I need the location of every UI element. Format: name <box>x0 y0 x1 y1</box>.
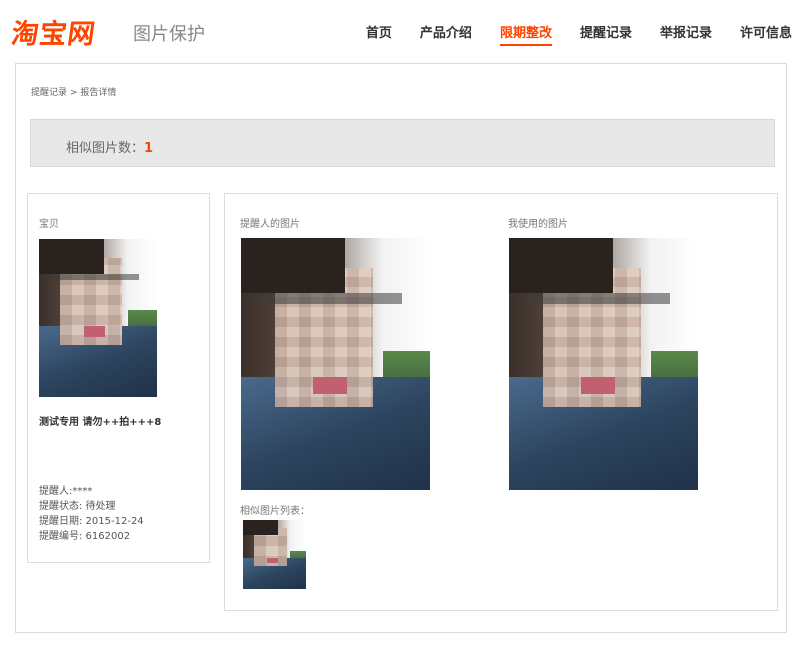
breadcrumb: 提醒记录 > 报告详情 <box>31 85 116 98</box>
item-title[interactable]: 测试专用 请勿++拍+++8 <box>39 413 161 428</box>
reporter-image[interactable] <box>241 238 430 490</box>
similar-count-label: 相似图片数： <box>66 141 145 156</box>
item-panel: 宝贝 测试专用 请勿++拍+++8 提醒人:**** 提醒状态: 待处理 提醒日… <box>27 193 210 563</box>
similar-thumbnail[interactable] <box>243 520 306 589</box>
nav-home[interactable]: 首页 <box>366 22 392 46</box>
similar-count: 相似图片数：1 <box>66 137 153 156</box>
breadcrumb-current: 报告详情 <box>80 88 117 98</box>
taobao-logo[interactable]: 淘宝网 <box>9 12 98 51</box>
reporter-info: 提醒人:**** <box>39 486 93 497</box>
my-image[interactable] <box>509 238 698 490</box>
nav-rectification[interactable]: 限期整改 <box>499 22 552 46</box>
nav-product-intro[interactable]: 产品介绍 <box>420 22 472 46</box>
nav-report-records[interactable]: 举报记录 <box>660 22 712 46</box>
reminder-date: 提醒日期: 2015-12-24 <box>39 516 144 527</box>
header: 淘宝网 图片保护 首页 产品介绍 限期整改 提醒记录 举报记录 许可信息 <box>0 0 800 60</box>
nav-license-info[interactable]: 许可信息 <box>740 22 792 46</box>
similar-count-value: 1 <box>144 141 154 156</box>
my-image-label: 我使用的图片 <box>508 219 568 230</box>
item-image[interactable] <box>39 239 157 397</box>
nav-reminder-records[interactable]: 提醒记录 <box>580 22 632 46</box>
similar-count-bar: 相似图片数：1 <box>30 119 775 167</box>
page-subtitle: 图片保护 <box>133 24 205 45</box>
main-content: 提醒记录 > 报告详情 相似图片数：1 宝贝 测试专用 请勿++拍+++8 提醒… <box>15 63 787 633</box>
reminder-number: 提醒编号: 6162002 <box>39 531 131 542</box>
breadcrumb-parent[interactable]: 提醒记录 <box>31 88 67 98</box>
reminder-status: 提醒状态: 待处理 <box>39 501 116 512</box>
reporter-image-label: 提醒人的图片 <box>240 219 300 230</box>
similar-list-label: 相似图片列表： <box>240 506 310 517</box>
main-nav: 首页 产品介绍 限期整改 提醒记录 举报记录 许可信息 <box>338 22 792 46</box>
item-section-label: 宝贝 <box>39 219 59 230</box>
comparison-panel: 提醒人的图片 我使用的图片 相似图片列表： <box>224 193 778 611</box>
breadcrumb-separator: > <box>69 88 78 98</box>
